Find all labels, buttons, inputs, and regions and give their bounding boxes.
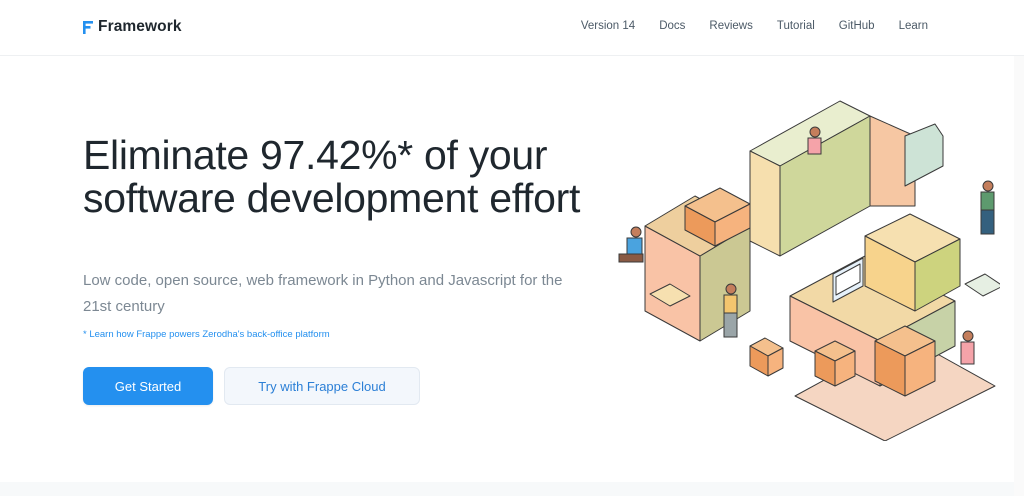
person-legs (618, 253, 644, 263)
person-legs (980, 209, 995, 235)
person-legs (723, 312, 738, 338)
hero-subtitle: Low code, open source, web framework in … (83, 272, 563, 315)
nav-links: Version 14 Docs Reviews Tutorial GitHub … (581, 20, 928, 32)
person-head (982, 180, 994, 192)
person-head (630, 226, 642, 238)
shelf-front (749, 150, 781, 257)
nav-link-learn[interactable]: Learn (899, 20, 928, 32)
person-body (960, 341, 975, 365)
nav-link-version-14[interactable]: Version 14 (581, 20, 635, 32)
nav-link-docs[interactable]: Docs (659, 20, 685, 32)
frappe-logo-icon (83, 20, 93, 34)
get-started-button[interactable]: Get Started (83, 367, 213, 405)
person-body (723, 294, 738, 314)
nav-link-reviews[interactable]: Reviews (709, 20, 752, 32)
nav-link-github[interactable]: GitHub (839, 20, 875, 32)
person-head (725, 283, 737, 295)
brand-logo-link[interactable]: Framework (83, 18, 182, 36)
floor-card-right (964, 273, 1000, 297)
person-body (807, 137, 822, 155)
hero-illustration (618, 100, 1000, 441)
nav-link-tutorial[interactable]: Tutorial (777, 20, 815, 32)
try-frappe-cloud-button[interactable]: Try with Frappe Cloud (224, 367, 420, 405)
person-body (980, 191, 995, 211)
section-divider-strip (0, 482, 1014, 496)
person-body (626, 237, 643, 255)
person-head (809, 126, 821, 138)
zerodha-case-study-link[interactable]: * Learn how Frappe powers Zerodha's back… (83, 329, 330, 340)
top-nav: Framework Version 14 Docs Reviews Tutori… (0, 0, 1024, 56)
person-head (962, 330, 974, 342)
hero-title: Eliminate 97.42%* of your software devel… (83, 132, 581, 221)
shelf-right-block (904, 123, 944, 187)
brand-name: Framework (98, 18, 182, 35)
scrollbar-track[interactable] (1014, 56, 1024, 496)
